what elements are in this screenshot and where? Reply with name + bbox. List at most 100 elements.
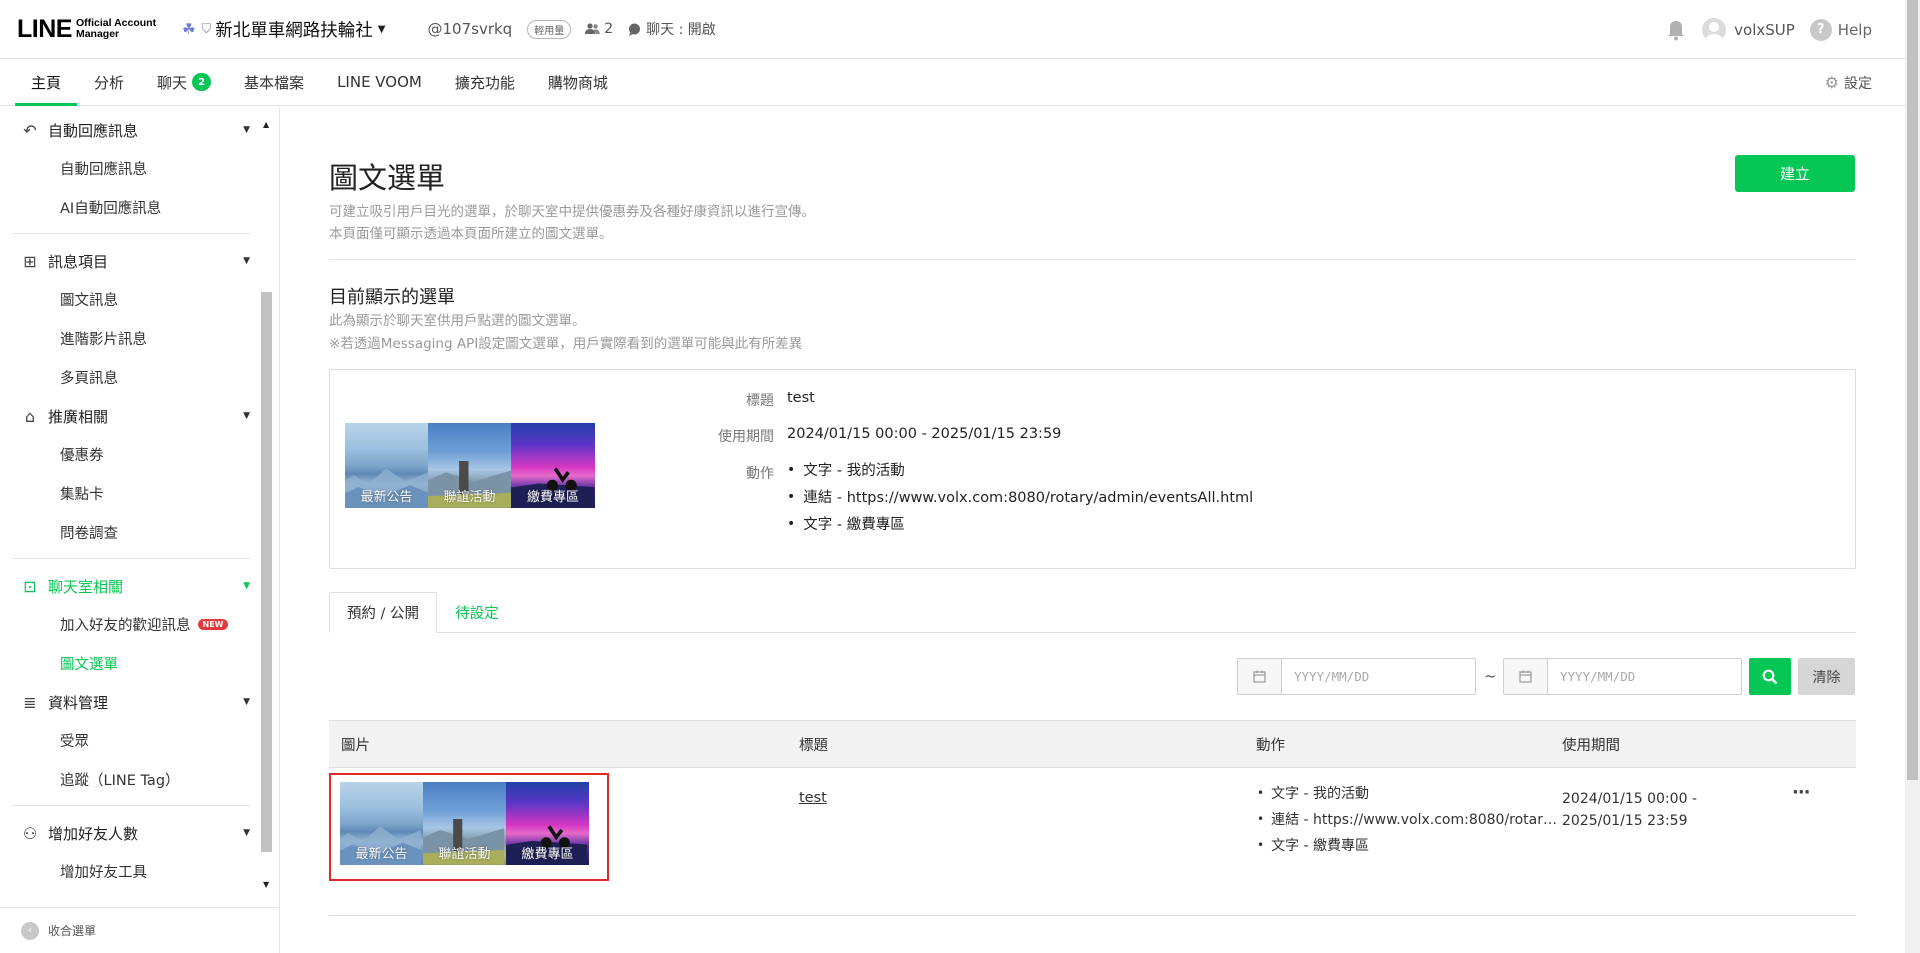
username[interactable]: volxSUP xyxy=(1734,21,1795,39)
page-scrollbar[interactable] xyxy=(1905,0,1920,953)
account-switcher[interactable]: ☘ ⛉ 新北單車網路扶輪社 ▼ xyxy=(182,17,385,42)
store-icon: ⌂ xyxy=(24,406,36,426)
help-link[interactable]: Help xyxy=(1838,21,1872,39)
page-scroll-thumb[interactable] xyxy=(1907,0,1918,780)
current-menu-title-value: test xyxy=(787,390,815,406)
user-avatar[interactable] xyxy=(1702,17,1727,42)
start-date-input[interactable] xyxy=(1282,659,1432,694)
rich-menu-preview: 最新公告 聯誼活動 繳費專區 xyxy=(345,423,595,508)
sidebar-group-gain-friends[interactable]: ⚇ 增加好友人數 ▼ xyxy=(0,814,262,852)
action-item: 文字 - 我的活動 xyxy=(787,456,1253,483)
chat-status-text: 聊天 : 開啟 xyxy=(646,22,716,38)
chevron-down-icon: ▼ xyxy=(243,828,250,838)
collapse-menu-label: 收合選單 xyxy=(48,924,97,938)
clear-button[interactable]: 清除 xyxy=(1798,658,1855,695)
start-date-field[interactable] xyxy=(1237,658,1476,695)
tab-analytics[interactable]: 分析 xyxy=(78,59,140,105)
sidebar-item-card-message[interactable]: 多頁訊息 xyxy=(0,358,262,397)
sidebar-group-promotion[interactable]: ⌂ 推廣相關 ▼ xyxy=(0,397,262,435)
divider xyxy=(329,259,1856,260)
sidebar-group-data-management[interactable]: ≣ 資料管理 ▼ xyxy=(0,683,262,721)
tab-pending[interactable]: 待設定 xyxy=(437,592,517,633)
tab-chat-label: 聊天 xyxy=(157,73,188,92)
action-item: 文字 - 繳費專區 xyxy=(1257,832,1562,858)
sidebar-item-coupons[interactable]: 優惠券 xyxy=(0,435,262,474)
friends-count[interactable]: 2 xyxy=(585,21,613,37)
more-options-icon[interactable]: ··· xyxy=(1792,782,1810,803)
sidebar-item-rich-message[interactable]: 圖文訊息 xyxy=(0,280,262,319)
status-tabs: 預約 / 公開 待設定 xyxy=(329,592,1856,633)
tab-extensions-label: 擴充功能 xyxy=(454,73,515,92)
rich-menu-tile: 最新公告 xyxy=(345,423,428,508)
search-icon xyxy=(1762,669,1778,684)
sidebar-item-welcome-message[interactable]: 加入好友的歡迎訊息 NEW xyxy=(0,605,262,644)
sidebar-item-rich-menu[interactable]: 圖文選單 xyxy=(0,644,262,683)
collapse-menu-button[interactable]: ‹ 收合選單 xyxy=(0,907,280,953)
tab-chat[interactable]: 聊天 2 xyxy=(141,59,227,105)
account-id: @107svrkq xyxy=(427,20,513,38)
column-header-actions: 動作 xyxy=(1256,737,1285,754)
gear-icon: ⚙ xyxy=(1824,73,1839,92)
sidebar-item-line-tag[interactable]: 追蹤（LINE Tag） xyxy=(0,760,262,799)
column-header-title: 標題 xyxy=(799,737,828,754)
table-row[interactable]: 最新公告 聯誼活動 繳費專區 test 文字 - 我的活動 連結 - https… xyxy=(329,768,1856,916)
rich-menu-thumbnail[interactable]: 最新公告 聯誼活動 繳費專區 xyxy=(340,782,589,865)
tab-home[interactable]: 主頁 xyxy=(15,59,78,106)
scroll-down-arrow[interactable]: ▼ xyxy=(263,880,269,889)
tab-extensions[interactable]: 擴充功能 xyxy=(439,59,531,105)
add-friend-icon: ⚇ xyxy=(22,823,38,843)
page-description-2: 本頁面僅可顯示透過本頁面所建立的圖文選單。 xyxy=(329,226,613,242)
sidebar-item-auto-reply[interactable]: 自動回應訊息 xyxy=(0,149,262,188)
message-add-icon: ⊞ xyxy=(23,251,37,271)
row-title-link[interactable]: test xyxy=(799,790,827,806)
current-menu-title: 目前顯示的選單 xyxy=(329,287,455,308)
tile-label: 繳費專區 xyxy=(521,847,574,862)
top-header: LINE Official Account Manager ☘ ⛉ 新北單車網路… xyxy=(0,0,1905,59)
rich-menu-tile: 最新公告 xyxy=(340,782,423,865)
tab-shopping[interactable]: 購物商城 xyxy=(532,59,624,105)
action-text: 文字 - 我的活動 xyxy=(803,463,905,479)
logo-sub-text: Official Account Manager xyxy=(76,18,156,40)
chat-status[interactable]: 聊天 : 開啟 xyxy=(628,19,716,39)
search-button[interactable] xyxy=(1749,658,1791,695)
sidebar-group-auto-reply[interactable]: ↶ 自動回應訊息 ▼ xyxy=(0,111,262,149)
create-button[interactable]: 建立 xyxy=(1735,155,1855,192)
sidebar-item-audience[interactable]: 受眾 xyxy=(0,721,262,760)
sidebar-item-reward-card[interactable]: 集點卡 xyxy=(0,474,262,513)
end-date-input[interactable] xyxy=(1548,659,1698,694)
rich-menu-tile: 聯誼活動 xyxy=(428,423,511,508)
tab-profile[interactable]: 基本檔案 xyxy=(228,59,320,105)
end-date-field[interactable] xyxy=(1503,658,1742,695)
sidebar-group-message-items[interactable]: ⊞ 訊息項目 ▼ xyxy=(0,242,262,280)
chevron-down-icon: ▼ xyxy=(243,256,250,266)
tab-scheduled-public[interactable]: 預約 / 公開 xyxy=(329,592,437,633)
calendar-icon[interactable] xyxy=(1238,659,1282,694)
tile-label: 最新公告 xyxy=(355,847,408,862)
database-icon: ≣ xyxy=(23,692,37,712)
sidebar-group-chat-room[interactable]: ⊡ 聊天室相關 ▼ xyxy=(0,567,262,605)
sidebar-scrollbar[interactable]: ▲ ▼ xyxy=(261,120,273,890)
sidebar-item-rich-video[interactable]: 進階影片訊息 xyxy=(0,319,262,358)
tab-line-voom[interactable]: LINE VOOM xyxy=(321,59,438,105)
row-actions-list: 文字 - 我的活動 連結 - https://www.volx.com:8080… xyxy=(1257,780,1562,858)
reply-icon: ↶ xyxy=(23,120,37,140)
logo-line-text: LINE xyxy=(17,14,72,43)
logo-sub-line-2: Manager xyxy=(75,28,120,40)
action-text: 文字 - 我的活動 xyxy=(1271,786,1370,802)
bell-icon[interactable] xyxy=(1666,19,1686,41)
sidebar-item-friend-tools[interactable]: 增加好友工具 xyxy=(0,852,262,891)
chevron-down-icon: ▼ xyxy=(377,23,386,35)
rich-menu-tile: 聯誼活動 xyxy=(423,782,506,865)
calendar-icon[interactable] xyxy=(1504,659,1548,694)
help-icon[interactable]: ? xyxy=(1809,18,1832,41)
sidebar-item-survey[interactable]: 問卷調查 xyxy=(0,513,262,552)
sidebar-item-ai-auto-reply[interactable]: AI自動回應訊息 xyxy=(0,188,262,227)
current-menu-period-value: 2024/01/15 00:00 - 2025/01/15 23:59 xyxy=(787,426,1062,442)
sidebar-scroll-thumb[interactable] xyxy=(261,292,272,852)
settings-link[interactable]: ⚙ 設定 xyxy=(1825,59,1872,106)
action-item: 文字 - 我的活動 xyxy=(1257,780,1562,806)
scroll-up-arrow[interactable]: ▲ xyxy=(263,120,269,129)
line-oa-logo[interactable]: LINE Official Account Manager xyxy=(17,15,156,44)
sidebar-group-label: 推廣相關 xyxy=(48,407,109,426)
action-item: 連結 - https://www.volx.com:8080/rotary/ad… xyxy=(787,483,1253,510)
